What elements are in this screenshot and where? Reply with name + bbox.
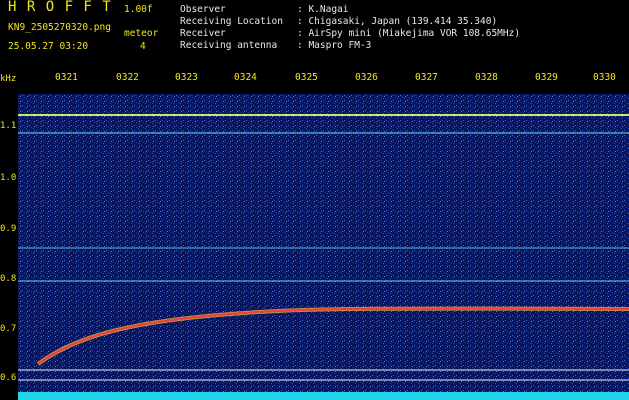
info-label-observer: Observer: [180, 4, 226, 15]
time-tick: 0324: [234, 72, 257, 83]
freq-tick: 0.9: [0, 224, 17, 234]
freq-tick: 1.0: [0, 173, 17, 183]
info-value-antenna: : Maspro FM-3: [297, 40, 372, 51]
mode-label: meteor: [124, 28, 159, 39]
app-version: 1.00f: [124, 4, 153, 15]
info-label-receiver: Receiver: [180, 28, 226, 39]
spectrogram-plot: [18, 72, 629, 400]
time-axis: 0321 0322 0323 0324 0325 0326 0327 0328 …: [0, 72, 629, 94]
time-tick: 0327: [415, 72, 438, 83]
time-tick: 0322: [116, 72, 139, 83]
time-tick: 0329: [535, 72, 558, 83]
frequency-axis: kHz 1.1 1.0 0.9 0.8 0.7 0.6: [0, 72, 18, 400]
info-value-receiver: : AirSpy mini (Miakejima VOR 108.65MHz): [297, 28, 521, 39]
header-panel: H R O F F T 1.00f KN9_2505270320.png met…: [0, 0, 629, 72]
time-tick: 0326: [355, 72, 378, 83]
time-tick: 0330: [593, 72, 616, 83]
info-value-location: : Chigasaki, Japan (139.414 35.340): [297, 16, 498, 27]
freq-tick: 0.7: [0, 324, 17, 334]
time-tick: 0321: [55, 72, 78, 83]
noise-background: [18, 72, 629, 400]
info-label-location: Receiving Location: [180, 16, 283, 27]
info-label-antenna: Receiving antenna: [180, 40, 278, 51]
info-value-observer: : K.Nagai: [297, 4, 349, 15]
date-time: 25.05.27 03:20: [8, 41, 89, 52]
freq-tick: 1.1: [0, 121, 17, 131]
noise-floor-band: [18, 392, 629, 400]
freq-tick: 0.6: [0, 373, 17, 383]
time-tick: 0323: [175, 72, 198, 83]
freq-unit-label: kHz: [0, 74, 17, 84]
time-tick: 0325: [295, 72, 318, 83]
spectrogram-svg: [18, 72, 629, 400]
file-name: KN9_2505270320.png: [8, 22, 111, 33]
detection-count: 4: [140, 41, 146, 52]
time-tick: 0328: [475, 72, 498, 83]
freq-tick: 0.8: [0, 274, 17, 284]
app-brand: H R O F F T: [8, 0, 112, 15]
